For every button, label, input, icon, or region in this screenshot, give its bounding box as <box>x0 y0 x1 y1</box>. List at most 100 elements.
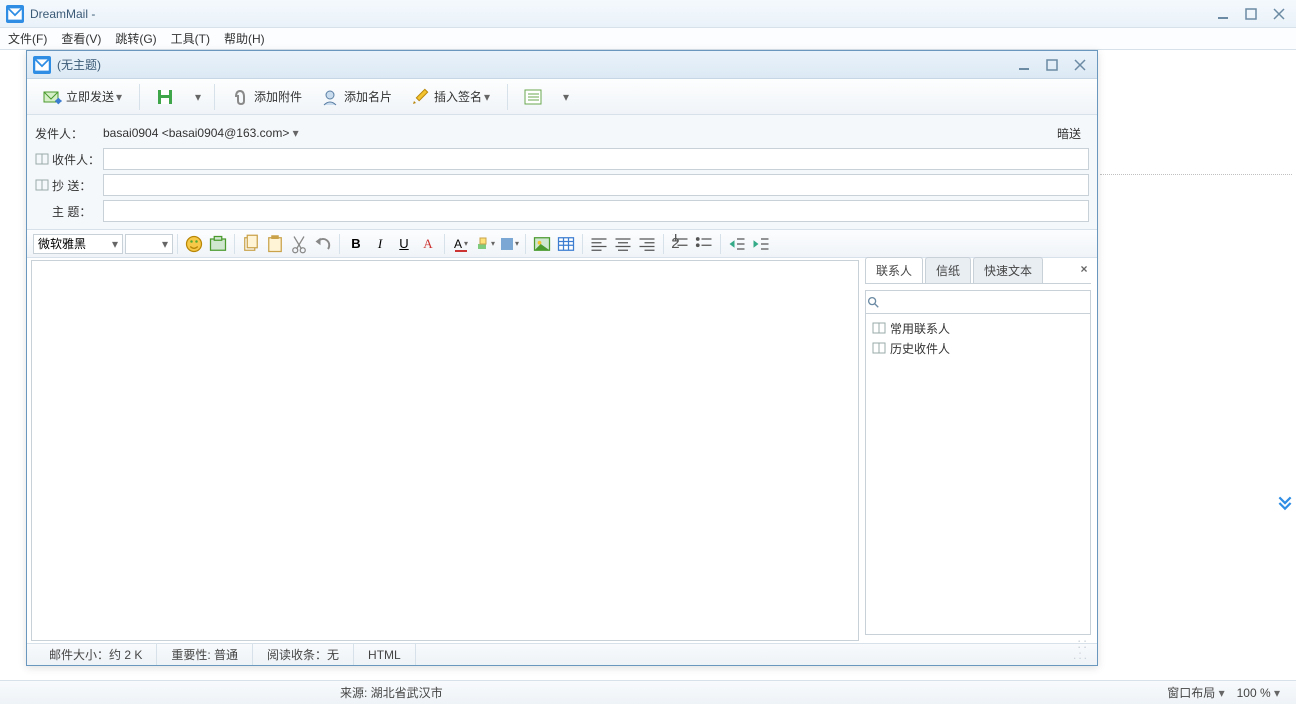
options-button[interactable] <box>514 82 556 112</box>
menu-goto[interactable]: 跳转(G) <box>115 30 156 47</box>
send-icon <box>42 87 62 107</box>
insert-image-button[interactable] <box>531 233 553 255</box>
side-panel-close-icon[interactable]: × <box>1077 262 1091 276</box>
from-label: 发件人： <box>35 125 103 142</box>
expand-panel-icon[interactable] <box>1276 494 1294 512</box>
compose-maximize-button[interactable] <box>1041 56 1063 74</box>
compose-titlebar: (无主题) <box>27 51 1097 79</box>
footer-layout[interactable]: 窗口布局 ▾ <box>1167 684 1224 701</box>
side-tabs: 联系人 信纸 快速文本 <box>865 260 1091 284</box>
svg-text:2: 2 <box>671 234 679 251</box>
italic-button[interactable]: I <box>369 233 391 255</box>
compose-icon <box>33 56 51 74</box>
vcard-button[interactable]: 添加名片 <box>311 82 401 112</box>
save-icon <box>155 87 175 107</box>
underline-button[interactable]: U <box>393 233 415 255</box>
font-size-select[interactable]: ▾ <box>125 234 173 254</box>
copy-button[interactable] <box>240 233 262 255</box>
compose-close-button[interactable] <box>1069 56 1091 74</box>
bcc-button[interactable]: 暗送 <box>1049 125 1089 142</box>
app-statusbar: 来源: 湖北省武汉市 窗口布局 ▾ 100 % ▾ <box>0 680 1296 704</box>
compose-toolbar: 立即发送 ▾ ▾ 添加附件 添加名片 插入签名 ▾ ▾ <box>27 79 1097 115</box>
cc-field[interactable] <box>103 174 1089 196</box>
attach-label: 添加附件 <box>254 88 302 105</box>
maximize-button[interactable] <box>1240 5 1262 23</box>
divider <box>1100 174 1292 175</box>
signature-button[interactable]: 插入签名 ▾ <box>401 82 501 112</box>
highlight-button[interactable]: ▾ <box>474 233 496 255</box>
vcard-icon <box>320 87 340 107</box>
tab-contacts[interactable]: 联系人 <box>865 257 923 283</box>
bold-button[interactable]: B <box>345 233 367 255</box>
compose-headers: 发件人： basai0904 <basai0904@163.com> ▾ 暗送 … <box>27 115 1097 230</box>
contacts-frequent[interactable]: 常用联系人 <box>872 318 1084 338</box>
list-check-icon <box>523 87 543 107</box>
align-center-button[interactable] <box>612 233 634 255</box>
send-dropdown[interactable]: ▾ <box>114 90 124 104</box>
to-field[interactable] <box>103 148 1089 170</box>
save-button[interactable] <box>146 82 188 112</box>
compose-title-text: (无主题) <box>57 56 101 73</box>
from-value[interactable]: basai0904 <basai0904@163.com> ▾ <box>103 126 1049 140</box>
paste-button[interactable] <box>264 233 286 255</box>
ordered-list-button[interactable]: 12 <box>669 233 691 255</box>
options-dropdown[interactable]: ▾ <box>556 82 576 112</box>
message-body-editor[interactable] <box>31 260 859 641</box>
attach-button[interactable]: 添加附件 <box>221 82 311 112</box>
send-label: 立即发送 <box>66 88 114 105</box>
save-dropdown[interactable]: ▾ <box>188 82 208 112</box>
bg-color-button[interactable]: ▾ <box>498 233 520 255</box>
footer-source: 来源: 湖北省武汉市 <box>340 684 443 701</box>
tab-stationery[interactable]: 信纸 <box>925 257 971 283</box>
contacts-history[interactable]: 历史收件人 <box>872 338 1084 358</box>
indent-button[interactable] <box>750 233 772 255</box>
status-importance: 重要性: 普通 <box>157 644 253 665</box>
unordered-list-button[interactable] <box>693 233 715 255</box>
minimize-button[interactable] <box>1212 5 1234 23</box>
signature-dropdown[interactable]: ▾ <box>482 90 492 104</box>
cc-label[interactable]: 抄 送： <box>35 177 103 194</box>
emoji-button[interactable] <box>183 233 205 255</box>
search-icon <box>866 295 888 309</box>
compose-statusbar: 邮件大小：约 2 K 重要性: 普通 阅读收条：无 HTML .:. <box>27 643 1097 665</box>
subject-field[interactable] <box>103 200 1089 222</box>
contacts-list: 常用联系人 历史收件人 <box>865 314 1091 635</box>
outdent-button[interactable] <box>726 233 748 255</box>
status-receipt: 阅读收条：无 <box>253 644 354 665</box>
subject-label: 主 题： <box>35 203 103 220</box>
send-button[interactable]: 立即发送 ▾ <box>33 82 133 112</box>
align-left-button[interactable] <box>588 233 610 255</box>
font-family-select[interactable]: 微软雅黑▾ <box>33 234 123 254</box>
app-titlebar: DreamMail - <box>0 0 1296 28</box>
app-icon <box>6 5 24 23</box>
menu-view[interactable]: 查看(V) <box>61 30 101 47</box>
menu-help[interactable]: 帮助(H) <box>224 30 265 47</box>
format-toolbar: 微软雅黑▾ ▾ B I U A A▾ ▾ ▾ 12 <box>27 230 1097 258</box>
pencil-icon <box>410 87 430 107</box>
side-panel-grip[interactable]: :: <box>865 635 1091 641</box>
close-button[interactable] <box>1268 5 1290 23</box>
cut-button[interactable] <box>288 233 310 255</box>
font-style-button[interactable]: A <box>417 233 439 255</box>
tab-quicktext[interactable]: 快速文本 <box>973 257 1043 283</box>
vcard-label: 添加名片 <box>344 88 392 105</box>
align-right-button[interactable] <box>636 233 658 255</box>
contacts-search[interactable] <box>865 290 1091 314</box>
footer-zoom[interactable]: 100 % ▾ <box>1237 686 1280 700</box>
contacts-search-input[interactable] <box>888 292 1090 312</box>
undo-button[interactable] <box>312 233 334 255</box>
to-label[interactable]: 收件人： <box>35 151 103 168</box>
compose-window: (无主题) 立即发送 ▾ ▾ 添加附件 添加名片 插入签名 ▾ <box>26 50 1098 666</box>
insert-table-button[interactable] <box>555 233 577 255</box>
status-mode: HTML <box>354 644 416 665</box>
menubar: 文件(F) 查看(V) 跳转(G) 工具(T) 帮助(H) <box>0 28 1296 50</box>
side-panel: × 联系人 信纸 快速文本 常用联系人 历史收件人 :: <box>865 260 1091 641</box>
menu-tools[interactable]: 工具(T) <box>171 30 210 47</box>
screenshot-button[interactable] <box>207 233 229 255</box>
signature-label: 插入签名 <box>434 88 482 105</box>
app-title: DreamMail - <box>30 7 95 21</box>
status-size: 邮件大小：约 2 K <box>35 644 157 665</box>
menu-file[interactable]: 文件(F) <box>8 30 47 47</box>
compose-minimize-button[interactable] <box>1013 56 1035 74</box>
font-color-button[interactable]: A▾ <box>450 233 472 255</box>
